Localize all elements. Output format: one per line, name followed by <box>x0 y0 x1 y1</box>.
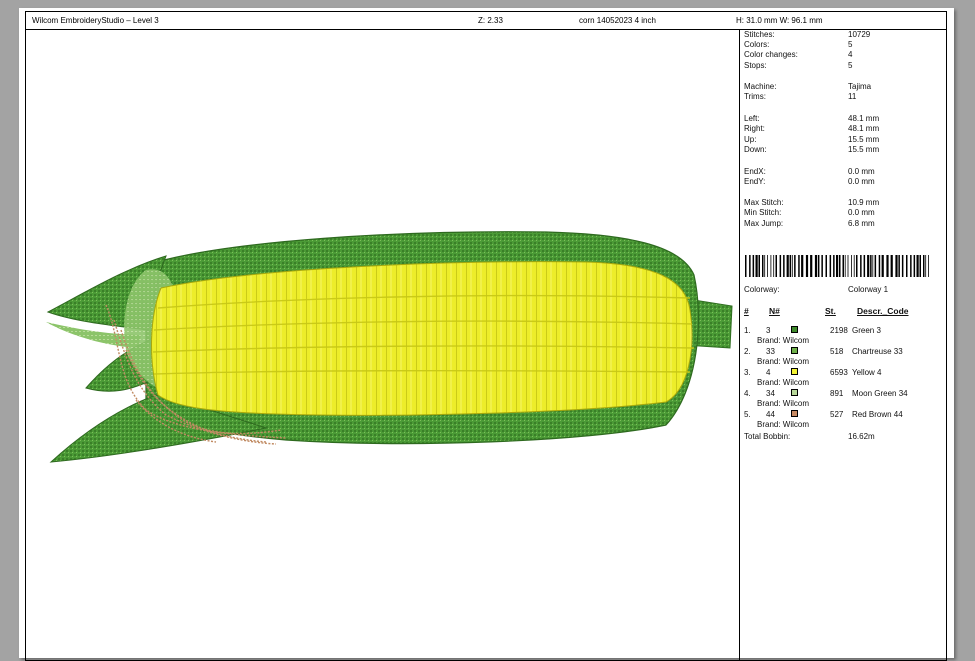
color-brand: Brand: Wilcom <box>757 357 810 366</box>
color-row: 2. 33 518 Chartreuse 33 <box>744 347 944 357</box>
color-row: 5. 44 527 Red Brown 44 <box>744 410 944 420</box>
stat-row: Machine: Tajima <box>744 82 872 91</box>
color-index: 5. <box>744 410 751 419</box>
color-description: Red Brown 44 <box>852 410 903 419</box>
color-brand: Brand: Wilcom <box>757 420 810 429</box>
col-header-number: N# <box>769 306 780 316</box>
color-swatch <box>791 347 798 354</box>
color-brand: Brand: Wilcom <box>757 336 810 345</box>
color-index: 4. <box>744 389 751 398</box>
stat-row: Max Stitch: 10.9 mm <box>744 198 880 207</box>
stat-row: Left: 48.1 mm <box>744 114 880 123</box>
stat-row: Up: 15.5 mm <box>744 135 880 144</box>
col-header-description: Descr._Code <box>857 306 909 316</box>
color-description: Yellow 4 <box>852 368 882 377</box>
color-row: 4. 34 891 Moon Green 34 <box>744 389 944 399</box>
design-filename: corn 14052023 4 inch <box>579 16 656 25</box>
color-number: 44 <box>766 410 775 419</box>
zoom-readout: Z: 2.33 <box>478 16 503 25</box>
colorway-row: Colorway: Colorway 1 <box>744 285 889 294</box>
color-stitches: 527 <box>830 410 844 419</box>
color-stitches: 518 <box>830 347 844 356</box>
color-swatch <box>791 326 798 333</box>
stat-row: Trims: 11 <box>744 92 857 101</box>
design-size: H: 31.0 mm W: 96.1 mm <box>736 16 823 25</box>
color-number: 33 <box>766 347 775 356</box>
color-number: 4 <box>766 368 771 377</box>
col-header-stitches: St. <box>825 306 836 316</box>
color-number: 34 <box>766 389 775 398</box>
stat-row: EndX: 0.0 mm <box>744 167 875 176</box>
barcode-image <box>745 255 929 277</box>
design-preview-area <box>26 30 740 660</box>
color-brand: Brand: Wilcom <box>757 399 810 408</box>
color-stitches: 6593 <box>830 368 848 377</box>
stat-row: Stitches: 10729 <box>744 30 871 39</box>
col-header-index: # <box>744 306 749 316</box>
page-header: Wilcom EmbroideryStudio – Level 3 Z: 2.3… <box>26 12 946 30</box>
color-number: 3 <box>766 326 771 335</box>
color-row: 1. 3 2198 Green 3 <box>744 326 944 336</box>
stat-row: Max Jump: 6.8 mm <box>744 219 875 228</box>
color-row: 3. 4 6593 Yellow 4 <box>744 368 944 378</box>
stat-row: Min Stitch: 0.0 mm <box>744 208 875 217</box>
color-index: 1. <box>744 326 751 335</box>
color-swatch <box>791 368 798 375</box>
bobbin-row: Total Bobbin: 16.62m <box>744 432 875 441</box>
stat-row: Stops: 5 <box>744 61 853 70</box>
color-description: Moon Green 34 <box>852 389 908 398</box>
color-index: 3. <box>744 368 751 377</box>
stat-row: EndY: 0.0 mm <box>744 177 875 186</box>
color-description: Green 3 <box>852 326 881 335</box>
stat-row: Color changes: 4 <box>744 50 853 59</box>
app-title: Wilcom EmbroideryStudio – Level 3 <box>32 16 159 25</box>
color-stitches: 891 <box>830 389 844 398</box>
stat-row: Colors: 5 <box>744 40 853 49</box>
color-stitches: 2198 <box>830 326 848 335</box>
color-swatch <box>791 389 798 396</box>
color-index: 2. <box>744 347 751 356</box>
color-swatch <box>791 410 798 417</box>
corn-embroidery-image <box>46 231 733 463</box>
stitch-info-panel: Stitches: 10729 Colors: 5 Color changes: 4 … <box>741 30 946 660</box>
stat-row: Right: 48.1 mm <box>744 124 880 133</box>
print-preview-sheet: Wilcom EmbroideryStudio – Level 3 Z: 2.3… <box>19 8 954 661</box>
stat-row: Down: 15.5 mm <box>744 145 880 154</box>
color-brand: Brand: Wilcom <box>757 378 810 387</box>
color-description: Chartreuse 33 <box>852 347 903 356</box>
page-frame: Wilcom EmbroideryStudio – Level 3 Z: 2.3… <box>25 11 947 661</box>
